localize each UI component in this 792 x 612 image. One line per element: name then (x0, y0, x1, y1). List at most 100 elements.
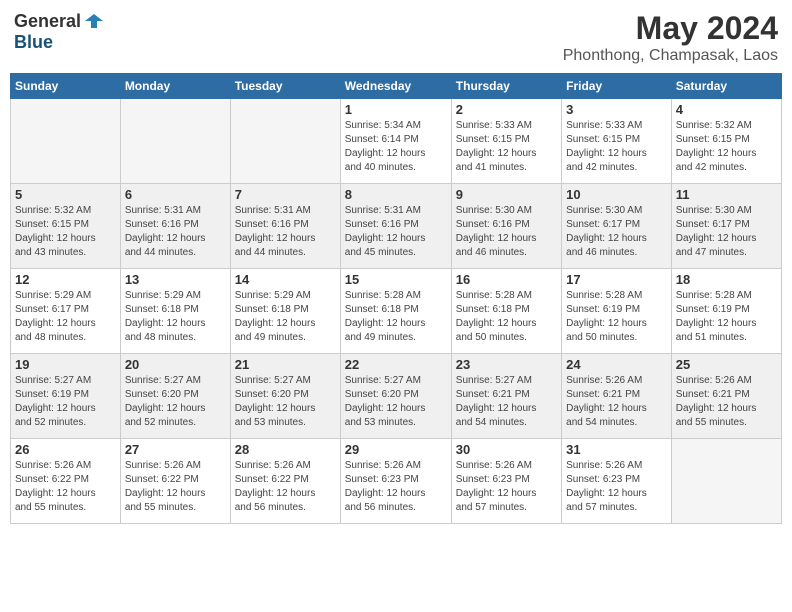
location-subtitle: Phonthong, Champasak, Laos (563, 47, 778, 65)
table-row (120, 99, 230, 184)
day-info: Sunrise: 5:27 AM Sunset: 6:20 PM Dayligh… (125, 374, 226, 430)
calendar-week-row: 1 Sunrise: 5:34 AM Sunset: 6:14 PM Daylig… (11, 99, 782, 184)
calendar-week-row: 19 Sunrise: 5:27 AM Sunset: 6:19 PM Dayli… (11, 354, 782, 439)
day-number: 8 (345, 187, 447, 202)
day-info: Sunrise: 5:26 AM Sunset: 6:21 PM Dayligh… (676, 374, 777, 430)
day-number: 26 (15, 442, 116, 457)
day-info: Sunrise: 5:30 AM Sunset: 6:17 PM Dayligh… (676, 204, 777, 260)
day-number: 4 (676, 102, 777, 117)
day-info: Sunrise: 5:26 AM Sunset: 6:22 PM Dayligh… (15, 459, 116, 515)
table-row: 23 Sunrise: 5:27 AM Sunset: 6:21 PM Dayli… (451, 354, 561, 439)
table-row: 17 Sunrise: 5:28 AM Sunset: 6:19 PM Dayli… (562, 269, 672, 354)
day-info: Sunrise: 5:26 AM Sunset: 6:23 PM Dayligh… (345, 459, 447, 515)
day-number: 24 (566, 357, 667, 372)
day-info: Sunrise: 5:30 AM Sunset: 6:16 PM Dayligh… (456, 204, 557, 260)
table-row (11, 99, 121, 184)
month-year-title: May 2024 (563, 10, 778, 47)
table-row: 7 Sunrise: 5:31 AM Sunset: 6:16 PM Daylig… (230, 184, 340, 269)
day-number: 22 (345, 357, 447, 372)
day-number: 17 (566, 272, 667, 287)
table-row: 21 Sunrise: 5:27 AM Sunset: 6:20 PM Dayli… (230, 354, 340, 439)
table-row: 19 Sunrise: 5:27 AM Sunset: 6:19 PM Dayli… (11, 354, 121, 439)
day-info: Sunrise: 5:28 AM Sunset: 6:19 PM Dayligh… (676, 289, 777, 345)
day-info: Sunrise: 5:30 AM Sunset: 6:17 PM Dayligh… (566, 204, 667, 260)
table-row: 31Sunrise: 5:26 AM Sunset: 6:23 PM Dayli… (562, 439, 672, 524)
table-row: 12 Sunrise: 5:29 AM Sunset: 6:17 PM Dayli… (11, 269, 121, 354)
logo-blue-text: Blue (14, 32, 53, 52)
day-number: 23 (456, 357, 557, 372)
day-number: 29 (345, 442, 447, 457)
day-number: 19 (15, 357, 116, 372)
table-row: 29 Sunrise: 5:26 AM Sunset: 6:23 PM Dayli… (340, 439, 451, 524)
day-number: 18 (676, 272, 777, 287)
day-number: 13 (125, 272, 226, 287)
day-number: 9 (456, 187, 557, 202)
table-row: 30 Sunrise: 5:26 AM Sunset: 6:23 PM Dayli… (451, 439, 561, 524)
day-info: Sunrise: 5:26 AM Sunset: 6:22 PM Dayligh… (125, 459, 226, 515)
header-tuesday: Tuesday (230, 74, 340, 99)
day-info: Sunrise: 5:27 AM Sunset: 6:19 PM Dayligh… (15, 374, 116, 430)
day-number: 7 (235, 187, 336, 202)
day-info: Sunrise: 5:28 AM Sunset: 6:19 PM Dayligh… (566, 289, 667, 345)
table-row: 10 Sunrise: 5:30 AM Sunset: 6:17 PM Dayli… (562, 184, 672, 269)
day-number: 10 (566, 187, 667, 202)
day-number: 6 (125, 187, 226, 202)
header-sunday: Sunday (11, 74, 121, 99)
table-row: 6Sunrise: 5:31 AM Sunset: 6:16 PM Daylig… (120, 184, 230, 269)
calendar-header-row: Sunday Monday Tuesday Wednesday Thursday… (11, 74, 782, 99)
day-info: Sunrise: 5:26 AM Sunset: 6:22 PM Dayligh… (235, 459, 336, 515)
day-info: Sunrise: 5:34 AM Sunset: 6:14 PM Dayligh… (345, 119, 447, 175)
day-info: Sunrise: 5:26 AM Sunset: 6:23 PM Dayligh… (566, 459, 667, 515)
day-info: Sunrise: 5:32 AM Sunset: 6:15 PM Dayligh… (15, 204, 116, 260)
page-header: General Blue May 2024 Phonthong, Champas… (10, 10, 782, 65)
table-row (230, 99, 340, 184)
day-number: 30 (456, 442, 557, 457)
title-section: May 2024 Phonthong, Champasak, Laos (563, 10, 778, 65)
table-row: 11Sunrise: 5:30 AM Sunset: 6:17 PM Dayli… (671, 184, 781, 269)
table-row: 25 Sunrise: 5:26 AM Sunset: 6:21 PM Dayli… (671, 354, 781, 439)
header-wednesday: Wednesday (340, 74, 451, 99)
table-row: 1 Sunrise: 5:34 AM Sunset: 6:14 PM Daylig… (340, 99, 451, 184)
table-row: 15 Sunrise: 5:28 AM Sunset: 6:18 PM Dayli… (340, 269, 451, 354)
table-row: 27Sunrise: 5:26 AM Sunset: 6:22 PM Dayli… (120, 439, 230, 524)
day-info: Sunrise: 5:29 AM Sunset: 6:17 PM Dayligh… (15, 289, 116, 345)
day-number: 1 (345, 102, 447, 117)
table-row: 13 Sunrise: 5:29 AM Sunset: 6:18 PM Dayli… (120, 269, 230, 354)
day-info: Sunrise: 5:33 AM Sunset: 6:15 PM Dayligh… (566, 119, 667, 175)
table-row: 9 Sunrise: 5:30 AM Sunset: 6:16 PM Daylig… (451, 184, 561, 269)
day-info: Sunrise: 5:26 AM Sunset: 6:21 PM Dayligh… (566, 374, 667, 430)
logo-bird-icon (83, 10, 105, 32)
day-info: Sunrise: 5:28 AM Sunset: 6:18 PM Dayligh… (345, 289, 447, 345)
calendar-table: Sunday Monday Tuesday Wednesday Thursday… (10, 73, 782, 524)
table-row: 8Sunrise: 5:31 AM Sunset: 6:16 PM Daylig… (340, 184, 451, 269)
day-info: Sunrise: 5:27 AM Sunset: 6:21 PM Dayligh… (456, 374, 557, 430)
day-number: 5 (15, 187, 116, 202)
day-info: Sunrise: 5:32 AM Sunset: 6:15 PM Dayligh… (676, 119, 777, 175)
day-number: 14 (235, 272, 336, 287)
calendar-week-row: 5 Sunrise: 5:32 AM Sunset: 6:15 PM Daylig… (11, 184, 782, 269)
table-row: 5 Sunrise: 5:32 AM Sunset: 6:15 PM Daylig… (11, 184, 121, 269)
logo-general-text: General (14, 11, 81, 32)
day-number: 12 (15, 272, 116, 287)
table-row: 16Sunrise: 5:28 AM Sunset: 6:18 PM Dayli… (451, 269, 561, 354)
day-number: 2 (456, 102, 557, 117)
day-number: 28 (235, 442, 336, 457)
table-row: 14Sunrise: 5:29 AM Sunset: 6:18 PM Dayli… (230, 269, 340, 354)
day-number: 3 (566, 102, 667, 117)
day-info: Sunrise: 5:26 AM Sunset: 6:23 PM Dayligh… (456, 459, 557, 515)
day-number: 25 (676, 357, 777, 372)
day-number: 15 (345, 272, 447, 287)
logo: General Blue (14, 10, 105, 53)
day-info: Sunrise: 5:27 AM Sunset: 6:20 PM Dayligh… (345, 374, 447, 430)
table-row: 3 Sunrise: 5:33 AM Sunset: 6:15 PM Daylig… (562, 99, 672, 184)
table-row: 24 Sunrise: 5:26 AM Sunset: 6:21 PM Dayli… (562, 354, 672, 439)
day-info: Sunrise: 5:29 AM Sunset: 6:18 PM Dayligh… (125, 289, 226, 345)
table-row: 20Sunrise: 5:27 AM Sunset: 6:20 PM Dayli… (120, 354, 230, 439)
day-info: Sunrise: 5:31 AM Sunset: 6:16 PM Dayligh… (235, 204, 336, 260)
table-row: 2Sunrise: 5:33 AM Sunset: 6:15 PM Daylig… (451, 99, 561, 184)
day-number: 21 (235, 357, 336, 372)
header-thursday: Thursday (451, 74, 561, 99)
day-info: Sunrise: 5:27 AM Sunset: 6:20 PM Dayligh… (235, 374, 336, 430)
header-monday: Monday (120, 74, 230, 99)
calendar-week-row: 26 Sunrise: 5:26 AM Sunset: 6:22 PM Dayli… (11, 439, 782, 524)
